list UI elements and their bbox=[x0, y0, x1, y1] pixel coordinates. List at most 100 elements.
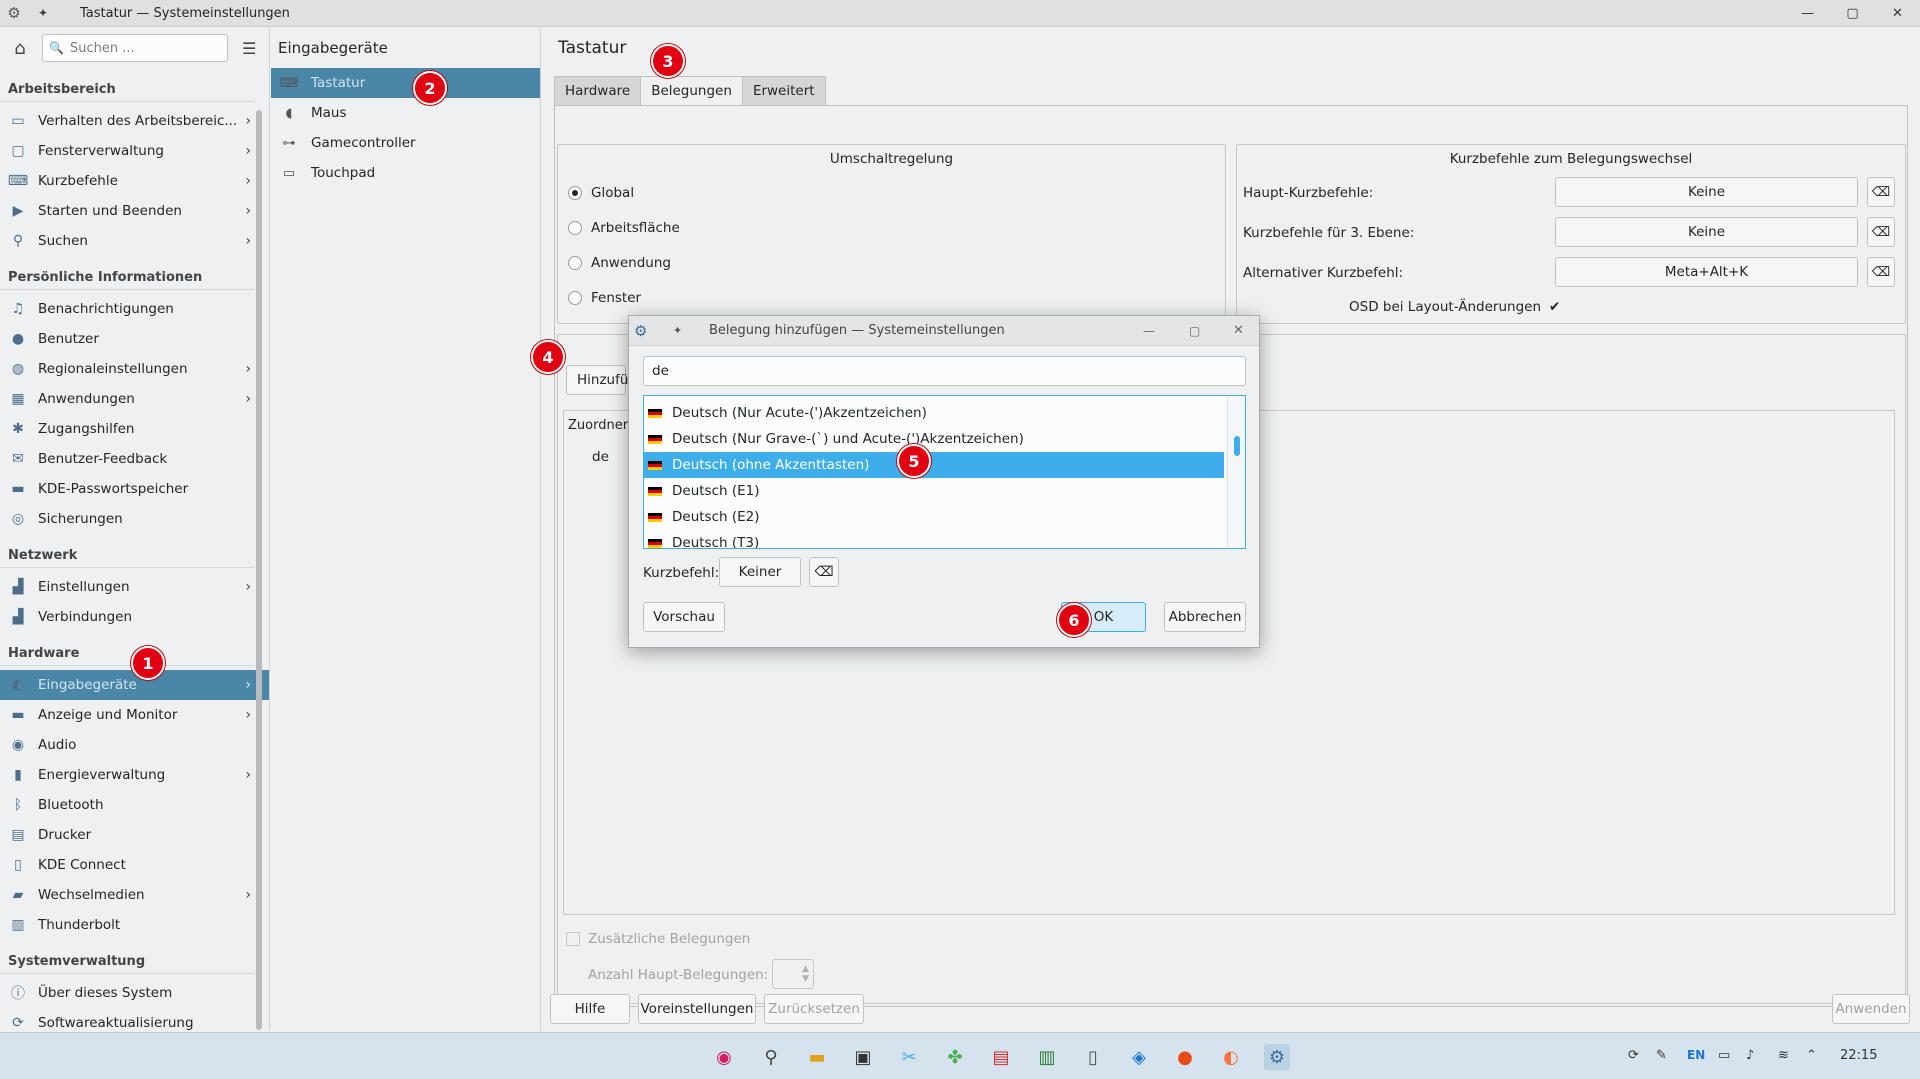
sidebar-item[interactable]: ✱ Zugangshilfen bbox=[0, 414, 269, 444]
sidebar-item[interactable]: ▤ Drucker bbox=[0, 820, 269, 850]
table-row[interactable]: de bbox=[592, 449, 609, 465]
minimize-button[interactable]: — bbox=[1143, 324, 1155, 338]
clear-icon[interactable]: ⌫ bbox=[1867, 217, 1895, 247]
minimize-button[interactable]: — bbox=[1785, 0, 1830, 27]
clear-icon[interactable]: ⌫ bbox=[1867, 257, 1895, 287]
sidebar-search-input[interactable]: 🔍 Suchen ... bbox=[42, 34, 228, 62]
sidebar-item[interactable]: ♫ Benachrichtigungen bbox=[0, 294, 269, 324]
keyboard-layout-indicator[interactable]: EN bbox=[1687, 1048, 1705, 1062]
search-icon[interactable]: ⚲ bbox=[758, 1044, 784, 1070]
radio-application[interactable]: Anwendung bbox=[568, 255, 671, 271]
folder-icon[interactable]: ▬ bbox=[804, 1044, 830, 1070]
sidebar-item[interactable]: ✉ Benutzer-Feedback bbox=[0, 444, 269, 474]
main-count-spinbox[interactable]: ▲ ▼ bbox=[772, 959, 814, 989]
terminal-icon[interactable]: ▣ bbox=[850, 1044, 876, 1070]
subcategory-item[interactable]: ◖ Maus bbox=[271, 98, 540, 128]
debian-menu-icon[interactable]: ◉ bbox=[711, 1044, 737, 1070]
subcategory-item[interactable]: ▭ Touchpad bbox=[271, 158, 540, 188]
clear-icon[interactable]: ⌫ bbox=[1867, 177, 1895, 207]
sidebar-scrollbar[interactable] bbox=[256, 110, 262, 1030]
chevron-down-icon[interactable]: ▼ bbox=[802, 974, 809, 984]
sidebar-item[interactable]: ▮ Energieverwaltung › bbox=[0, 760, 269, 790]
alt-shortcut-button[interactable]: Meta+Alt+K bbox=[1555, 257, 1858, 287]
firefox-icon[interactable]: ◐ bbox=[1218, 1044, 1244, 1070]
osd-checkbox[interactable]: OSD bei Layout-Änderungen ✔ bbox=[1349, 299, 1560, 315]
layers-icon[interactable]: ◈ bbox=[1126, 1044, 1152, 1070]
pin-icon[interactable]: ✦ bbox=[28, 6, 58, 20]
sidebar-item[interactable]: ◎ Sicherungen bbox=[0, 504, 269, 534]
list-item[interactable]: Deutsch (ohne Akzenttasten) bbox=[644, 452, 1224, 478]
sidebar-item[interactable]: ▶ Starten und Beenden › bbox=[0, 196, 269, 226]
maximize-button[interactable]: ▢ bbox=[1830, 0, 1875, 27]
clock[interactable]: 22:15 bbox=[1840, 1048, 1877, 1063]
sidebar-item[interactable]: ● Benutzer bbox=[0, 324, 269, 354]
sidebar-item[interactable]: ⌨ Kurzbefehle › bbox=[0, 166, 269, 196]
system-settings-task-icon[interactable]: ⚙ bbox=[1264, 1044, 1290, 1070]
radio-global[interactable]: Global bbox=[568, 185, 634, 201]
scrollbar-thumb[interactable] bbox=[1234, 436, 1240, 456]
layout-search-input[interactable]: de bbox=[643, 356, 1246, 386]
sidebar-item[interactable]: ⓘ Über dieses System bbox=[0, 978, 269, 1008]
pin-icon[interactable]: ✦ bbox=[673, 324, 682, 337]
list-item[interactable]: Deutsch (E1) bbox=[644, 478, 1224, 504]
tab-hardware[interactable]: Hardware bbox=[554, 76, 642, 106]
radio-desktop[interactable]: Arbeitsfläche bbox=[568, 220, 680, 236]
mouse-icon: ◖ bbox=[285, 105, 293, 121]
chevron-up-icon[interactable]: ⌃ bbox=[1806, 1048, 1817, 1063]
pdf-icon[interactable]: ▤ bbox=[988, 1044, 1014, 1070]
sidebar-item[interactable]: ▢ Fensterverwaltung › bbox=[0, 136, 269, 166]
menu-icon[interactable]: ☰ bbox=[242, 39, 256, 58]
tab-advanced[interactable]: Erweitert bbox=[741, 76, 826, 106]
close-button[interactable]: ✕ bbox=[1233, 323, 1244, 338]
main-shortcut-button[interactable]: Keine bbox=[1555, 177, 1858, 207]
subcategory-item[interactable]: ⊶ Gamecontroller bbox=[271, 128, 540, 158]
extra-layouts-checkbox[interactable]: Zusätzliche Belegungen bbox=[566, 931, 750, 947]
maximize-button[interactable]: ▢ bbox=[1189, 324, 1200, 338]
defaults-button[interactable]: Voreinstellungen bbox=[638, 994, 756, 1024]
apply-button[interactable]: Anwenden bbox=[1832, 994, 1910, 1024]
list-item[interactable]: Deutsch (Nur Grave-(`) und Acute-(')Akze… bbox=[644, 426, 1224, 452]
subcategory-item[interactable]: ⌨ Tastatur bbox=[271, 68, 540, 98]
radio-window[interactable]: Fenster bbox=[568, 290, 641, 306]
volume-icon[interactable]: ♪ bbox=[1746, 1048, 1754, 1063]
pen-icon[interactable]: ✎ bbox=[1656, 1048, 1667, 1063]
updates-icon[interactable]: ⟳ bbox=[1628, 1048, 1639, 1063]
list-item[interactable]: Deutsch (Nur Acute-(')Akzentzeichen) bbox=[644, 400, 1224, 426]
home-icon[interactable]: ⌂ bbox=[8, 36, 32, 60]
chevron-up-icon[interactable]: ▲ bbox=[802, 964, 809, 974]
sidebar-item[interactable]: ▥ Thunderbolt bbox=[0, 910, 269, 940]
game-icon[interactable]: ✤ bbox=[942, 1044, 968, 1070]
sidebar-item[interactable]: ◍ Regionaleinstellungen › bbox=[0, 354, 269, 384]
clear-icon[interactable]: ⌫ bbox=[809, 557, 839, 587]
wifi-icon[interactable]: ≋ bbox=[1778, 1048, 1789, 1063]
level3-shortcut-button[interactable]: Keine bbox=[1555, 217, 1858, 247]
close-button[interactable]: ✕ bbox=[1875, 0, 1920, 27]
list-item[interactable]: Deutsch (T3) bbox=[644, 530, 1224, 548]
shortcut-button[interactable]: Keiner bbox=[719, 557, 801, 587]
add-layout-button[interactable]: Hinzufüg bbox=[566, 365, 637, 395]
document-icon[interactable]: ▯ bbox=[1080, 1044, 1106, 1070]
help-button[interactable]: Hilfe bbox=[550, 994, 630, 1024]
spreadsheet-icon[interactable]: ▥ bbox=[1034, 1044, 1060, 1070]
media-player-icon[interactable]: ● bbox=[1172, 1044, 1198, 1070]
screenshot-icon[interactable]: ✂ bbox=[896, 1044, 922, 1070]
list-scrollbar[interactable] bbox=[1227, 396, 1245, 548]
reset-button[interactable]: Zurücksetzen bbox=[764, 994, 864, 1024]
sidebar-item[interactable]: ▟ Verbindungen bbox=[0, 602, 269, 632]
sidebar-item[interactable]: ▯ KDE Connect bbox=[0, 850, 269, 880]
sidebar-item[interactable]: ▬ KDE-Passwortspeicher bbox=[0, 474, 269, 504]
sidebar-item[interactable]: ▭ Verhalten des Arbeitsbereic... › bbox=[0, 106, 269, 136]
sidebar-item[interactable]: ⚲ Suchen › bbox=[0, 226, 269, 256]
sidebar-item[interactable]: ▬ Anzeige und Monitor › bbox=[0, 700, 269, 730]
tab-layouts[interactable]: Belegungen bbox=[640, 76, 743, 106]
sidebar-item[interactable]: ▰ Wechselmedien › bbox=[0, 880, 269, 910]
sidebar-item[interactable]: ▟ Einstellungen › bbox=[0, 572, 269, 602]
sidebar-item[interactable]: ▦ Anwendungen › bbox=[0, 384, 269, 414]
cancel-button[interactable]: Abbrechen bbox=[1164, 602, 1246, 632]
preview-button[interactable]: Vorschau bbox=[643, 602, 725, 632]
settings-app-icon[interactable]: ⚙ bbox=[0, 4, 28, 22]
clipboard-icon[interactable]: ▭ bbox=[1718, 1048, 1730, 1063]
list-item[interactable]: Deutsch (E2) bbox=[644, 504, 1224, 530]
sidebar-item[interactable]: ᛒ Bluetooth bbox=[0, 790, 269, 820]
sidebar-item[interactable]: ◉ Audio bbox=[0, 730, 269, 760]
